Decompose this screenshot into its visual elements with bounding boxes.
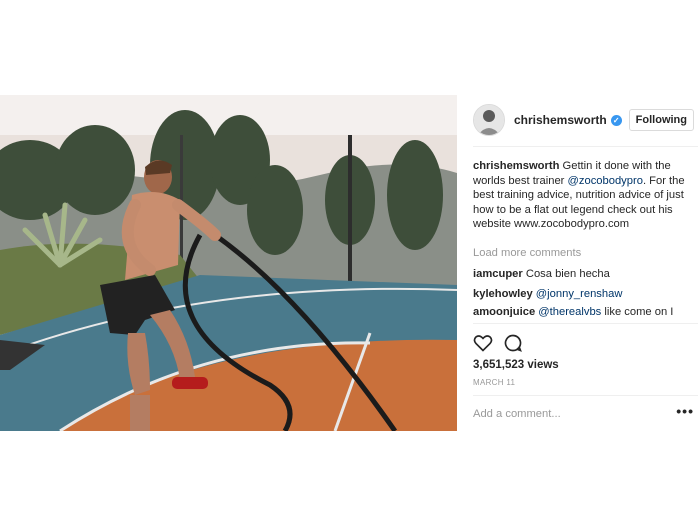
comment-username[interactable]: kylehowley xyxy=(473,288,533,300)
action-bar xyxy=(473,333,523,353)
username[interactable]: chrishemsworth xyxy=(514,113,607,127)
following-button[interactable]: Following xyxy=(628,109,694,131)
comment-icon[interactable] xyxy=(503,333,523,353)
add-comment-input[interactable]: Add a comment... xyxy=(473,408,561,420)
post-date[interactable]: MARCH 11 xyxy=(473,378,515,387)
avatar[interactable] xyxy=(473,104,505,136)
comment-item: amoonjuice @therealvbs like come on I xyxy=(473,305,693,317)
footer-divider xyxy=(473,395,698,396)
post-sidebar: chrishemsworth ✓ Following chrishemswort… xyxy=(463,95,700,431)
comment-item: iamcuper Cosa bien hecha xyxy=(473,267,693,281)
post-caption: chrishemsworth Gettin it done with the w… xyxy=(473,159,693,232)
view-count[interactable]: 3,651,523 views xyxy=(473,359,559,371)
avatar-image xyxy=(474,105,504,135)
comment-text: like come on I xyxy=(601,306,674,317)
comment-username[interactable]: amoonjuice xyxy=(473,306,535,317)
caption-mention[interactable]: @zocobodypro xyxy=(568,175,643,187)
comment-mention[interactable]: @therealvbs xyxy=(535,306,601,317)
load-more-comments[interactable]: Load more comments xyxy=(473,247,581,259)
more-options-icon[interactable]: ••• xyxy=(676,403,694,419)
comment-username[interactable]: iamcuper xyxy=(473,268,523,280)
comments-divider xyxy=(473,323,698,324)
post-video[interactable] xyxy=(0,95,457,431)
header-divider xyxy=(473,146,698,147)
verified-badge-icon: ✓ xyxy=(610,114,622,126)
comment-text: Cosa bien hecha xyxy=(522,268,610,280)
instagram-post: chrishemsworth ✓ Following chrishemswort… xyxy=(0,95,700,431)
comment-item: kylehowley @jonny_renshaw xyxy=(473,287,693,301)
heart-icon[interactable] xyxy=(473,333,493,353)
comment-mention[interactable]: @jonny_renshaw xyxy=(533,288,623,300)
caption-username[interactable]: chrishemsworth xyxy=(473,160,559,172)
video-frame xyxy=(0,95,457,431)
post-header: chrishemsworth ✓ Following xyxy=(473,103,698,137)
